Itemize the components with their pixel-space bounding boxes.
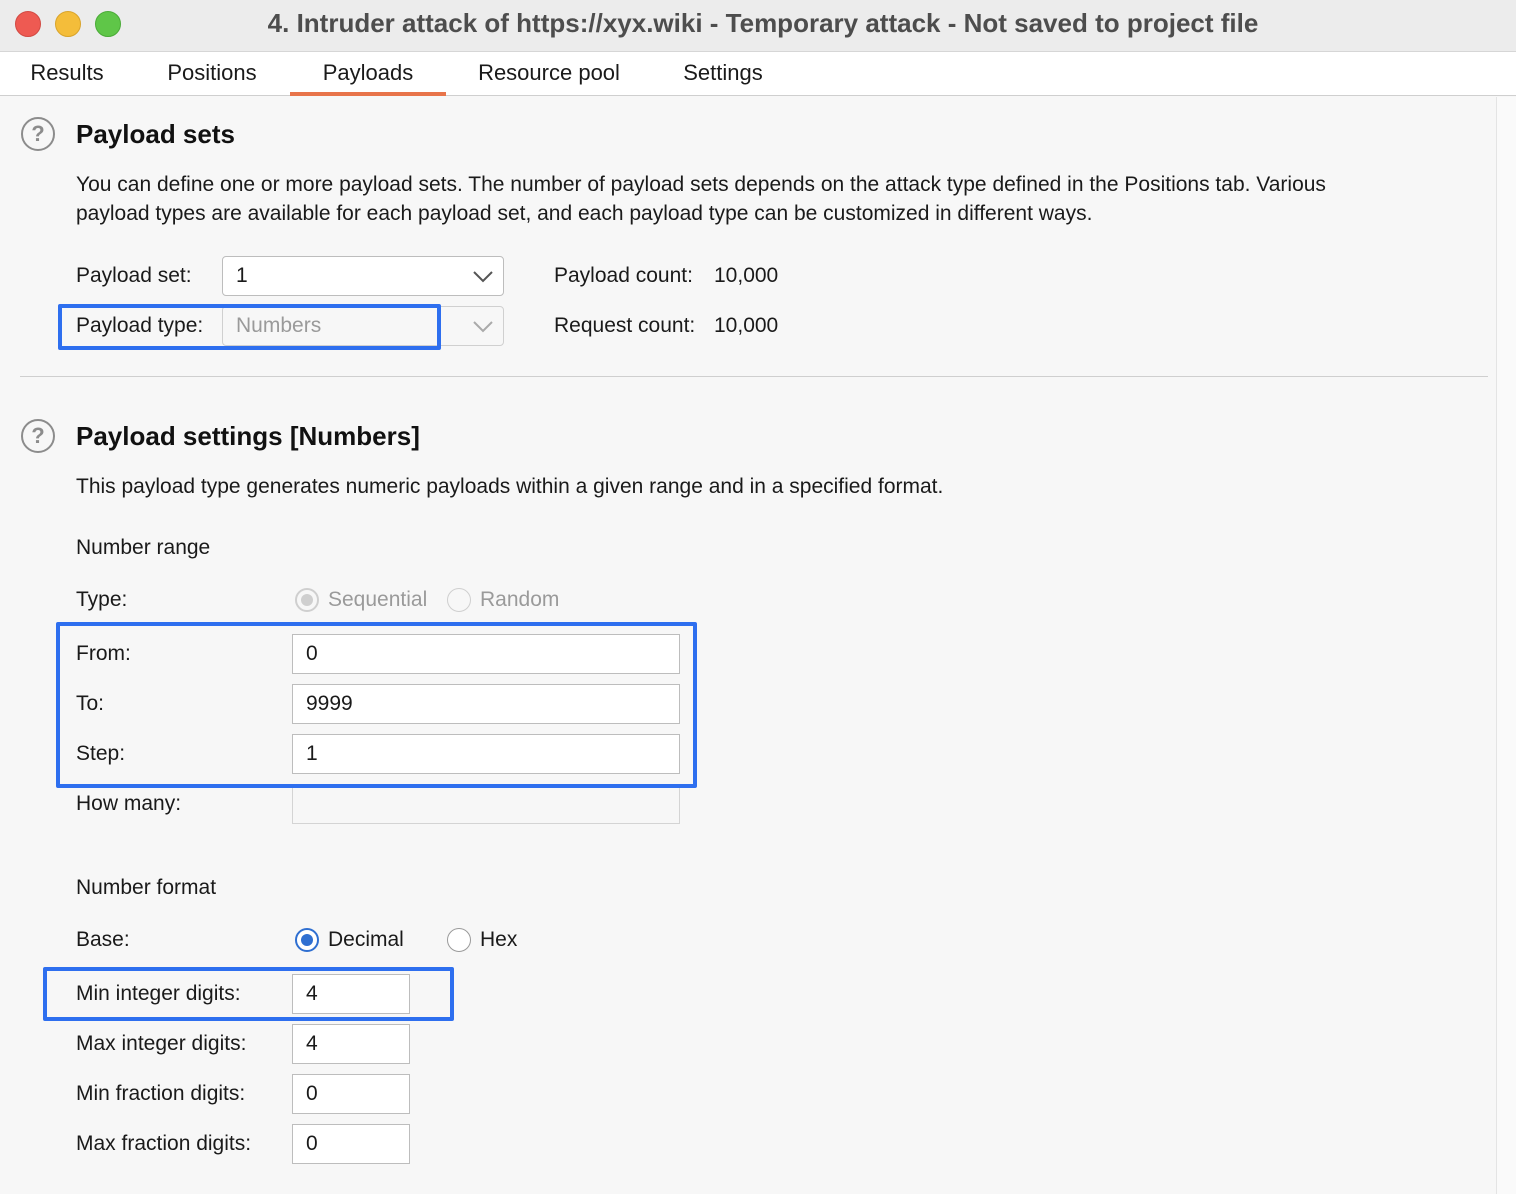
section-title-payload-settings: Payload settings [Numbers] bbox=[76, 421, 420, 451]
section-title-payload-sets: Payload sets bbox=[76, 119, 235, 149]
payload-settings-description: This payload type generates numeric payl… bbox=[76, 475, 944, 498]
to-value: 9999 bbox=[306, 692, 353, 715]
request-count-label: Request count: bbox=[554, 314, 696, 337]
hex-label: Hex bbox=[480, 928, 518, 951]
payload-set-label: Payload set: bbox=[76, 264, 192, 287]
payload-sets-description-line2: payload types are available for each pay… bbox=[76, 202, 1093, 225]
step-label: Step: bbox=[76, 742, 126, 765]
tab-resource-pool[interactable]: Resource pool bbox=[460, 52, 638, 96]
max-integer-digits-input[interactable]: 4 bbox=[292, 1024, 410, 1064]
max-fraction-digits-value: 0 bbox=[306, 1132, 318, 1155]
max-integer-digits-label: Max integer digits: bbox=[76, 1032, 247, 1055]
payload-set-value: 1 bbox=[236, 264, 248, 287]
payload-type-value: Numbers bbox=[236, 314, 322, 337]
payload-sets-description-line1: You can define one or more payload sets.… bbox=[76, 173, 1326, 196]
random-radio[interactable] bbox=[447, 588, 471, 612]
step-value: 1 bbox=[306, 742, 318, 765]
how-many-input[interactable] bbox=[292, 784, 680, 824]
tab-results[interactable]: Results bbox=[14, 52, 120, 96]
chevron-down-icon bbox=[473, 321, 493, 333]
min-fraction-digits-input[interactable]: 0 bbox=[292, 1074, 410, 1114]
hex-radio[interactable] bbox=[447, 928, 471, 952]
payload-type-label: Payload type: bbox=[76, 314, 204, 337]
decimal-label: Decimal bbox=[328, 928, 404, 951]
from-value: 0 bbox=[306, 642, 318, 665]
min-integer-digits-label: Min integer digits: bbox=[76, 982, 241, 1005]
vertical-scrollbar[interactable] bbox=[1496, 97, 1516, 1194]
payloads-panel: ? Payload sets You can define one or mor… bbox=[0, 97, 1496, 1194]
payload-count-value: 10,000 bbox=[714, 264, 779, 287]
max-fraction-digits-input[interactable]: 0 bbox=[292, 1124, 410, 1164]
window-title: 4. Intruder attack of https://xyx.wiki -… bbox=[267, 8, 1259, 38]
how-many-label: How many: bbox=[76, 792, 182, 815]
title-bar: 4. Intruder attack of https://xyx.wiki -… bbox=[0, 0, 1516, 52]
from-input[interactable]: 0 bbox=[292, 634, 680, 674]
tab-settings[interactable]: Settings bbox=[668, 52, 778, 96]
base-label: Base: bbox=[76, 928, 130, 951]
to-input[interactable]: 9999 bbox=[292, 684, 680, 724]
range-type-label: Type: bbox=[76, 588, 128, 611]
sequential-radio[interactable] bbox=[295, 588, 319, 612]
min-fraction-digits-value: 0 bbox=[306, 1082, 318, 1105]
max-fraction-digits-label: Max fraction digits: bbox=[76, 1132, 252, 1155]
payload-type-dropdown[interactable]: Numbers bbox=[222, 306, 504, 346]
intruder-attack-window: 4. Intruder attack of https://xyx.wiki -… bbox=[0, 0, 1516, 1194]
payload-set-dropdown[interactable]: 1 bbox=[222, 256, 504, 296]
section-divider bbox=[20, 376, 1488, 377]
step-input[interactable]: 1 bbox=[292, 734, 680, 774]
request-count-value: 10,000 bbox=[714, 314, 779, 337]
tab-payloads[interactable]: Payloads bbox=[290, 52, 446, 96]
min-integer-digits-input[interactable]: 4 bbox=[292, 974, 410, 1014]
number-format-heading: Number format bbox=[76, 876, 217, 899]
to-label: To: bbox=[76, 692, 105, 715]
help-icon[interactable]: ? bbox=[21, 117, 55, 151]
help-icon[interactable]: ? bbox=[21, 419, 55, 453]
min-integer-digits-value: 4 bbox=[306, 982, 318, 1005]
max-integer-digits-value: 4 bbox=[306, 1032, 318, 1055]
tab-positions[interactable]: Positions bbox=[152, 52, 272, 96]
chevron-down-icon bbox=[473, 271, 493, 283]
payload-count-label: Payload count: bbox=[554, 264, 693, 287]
sequential-label: Sequential bbox=[328, 588, 428, 611]
min-fraction-digits-label: Min fraction digits: bbox=[76, 1082, 246, 1105]
tab-bar: Results Positions Payloads Resource pool… bbox=[0, 52, 1516, 96]
number-range-heading: Number range bbox=[76, 536, 211, 559]
decimal-radio[interactable] bbox=[295, 928, 319, 952]
random-label: Random bbox=[480, 588, 560, 611]
from-label: From: bbox=[76, 642, 131, 665]
